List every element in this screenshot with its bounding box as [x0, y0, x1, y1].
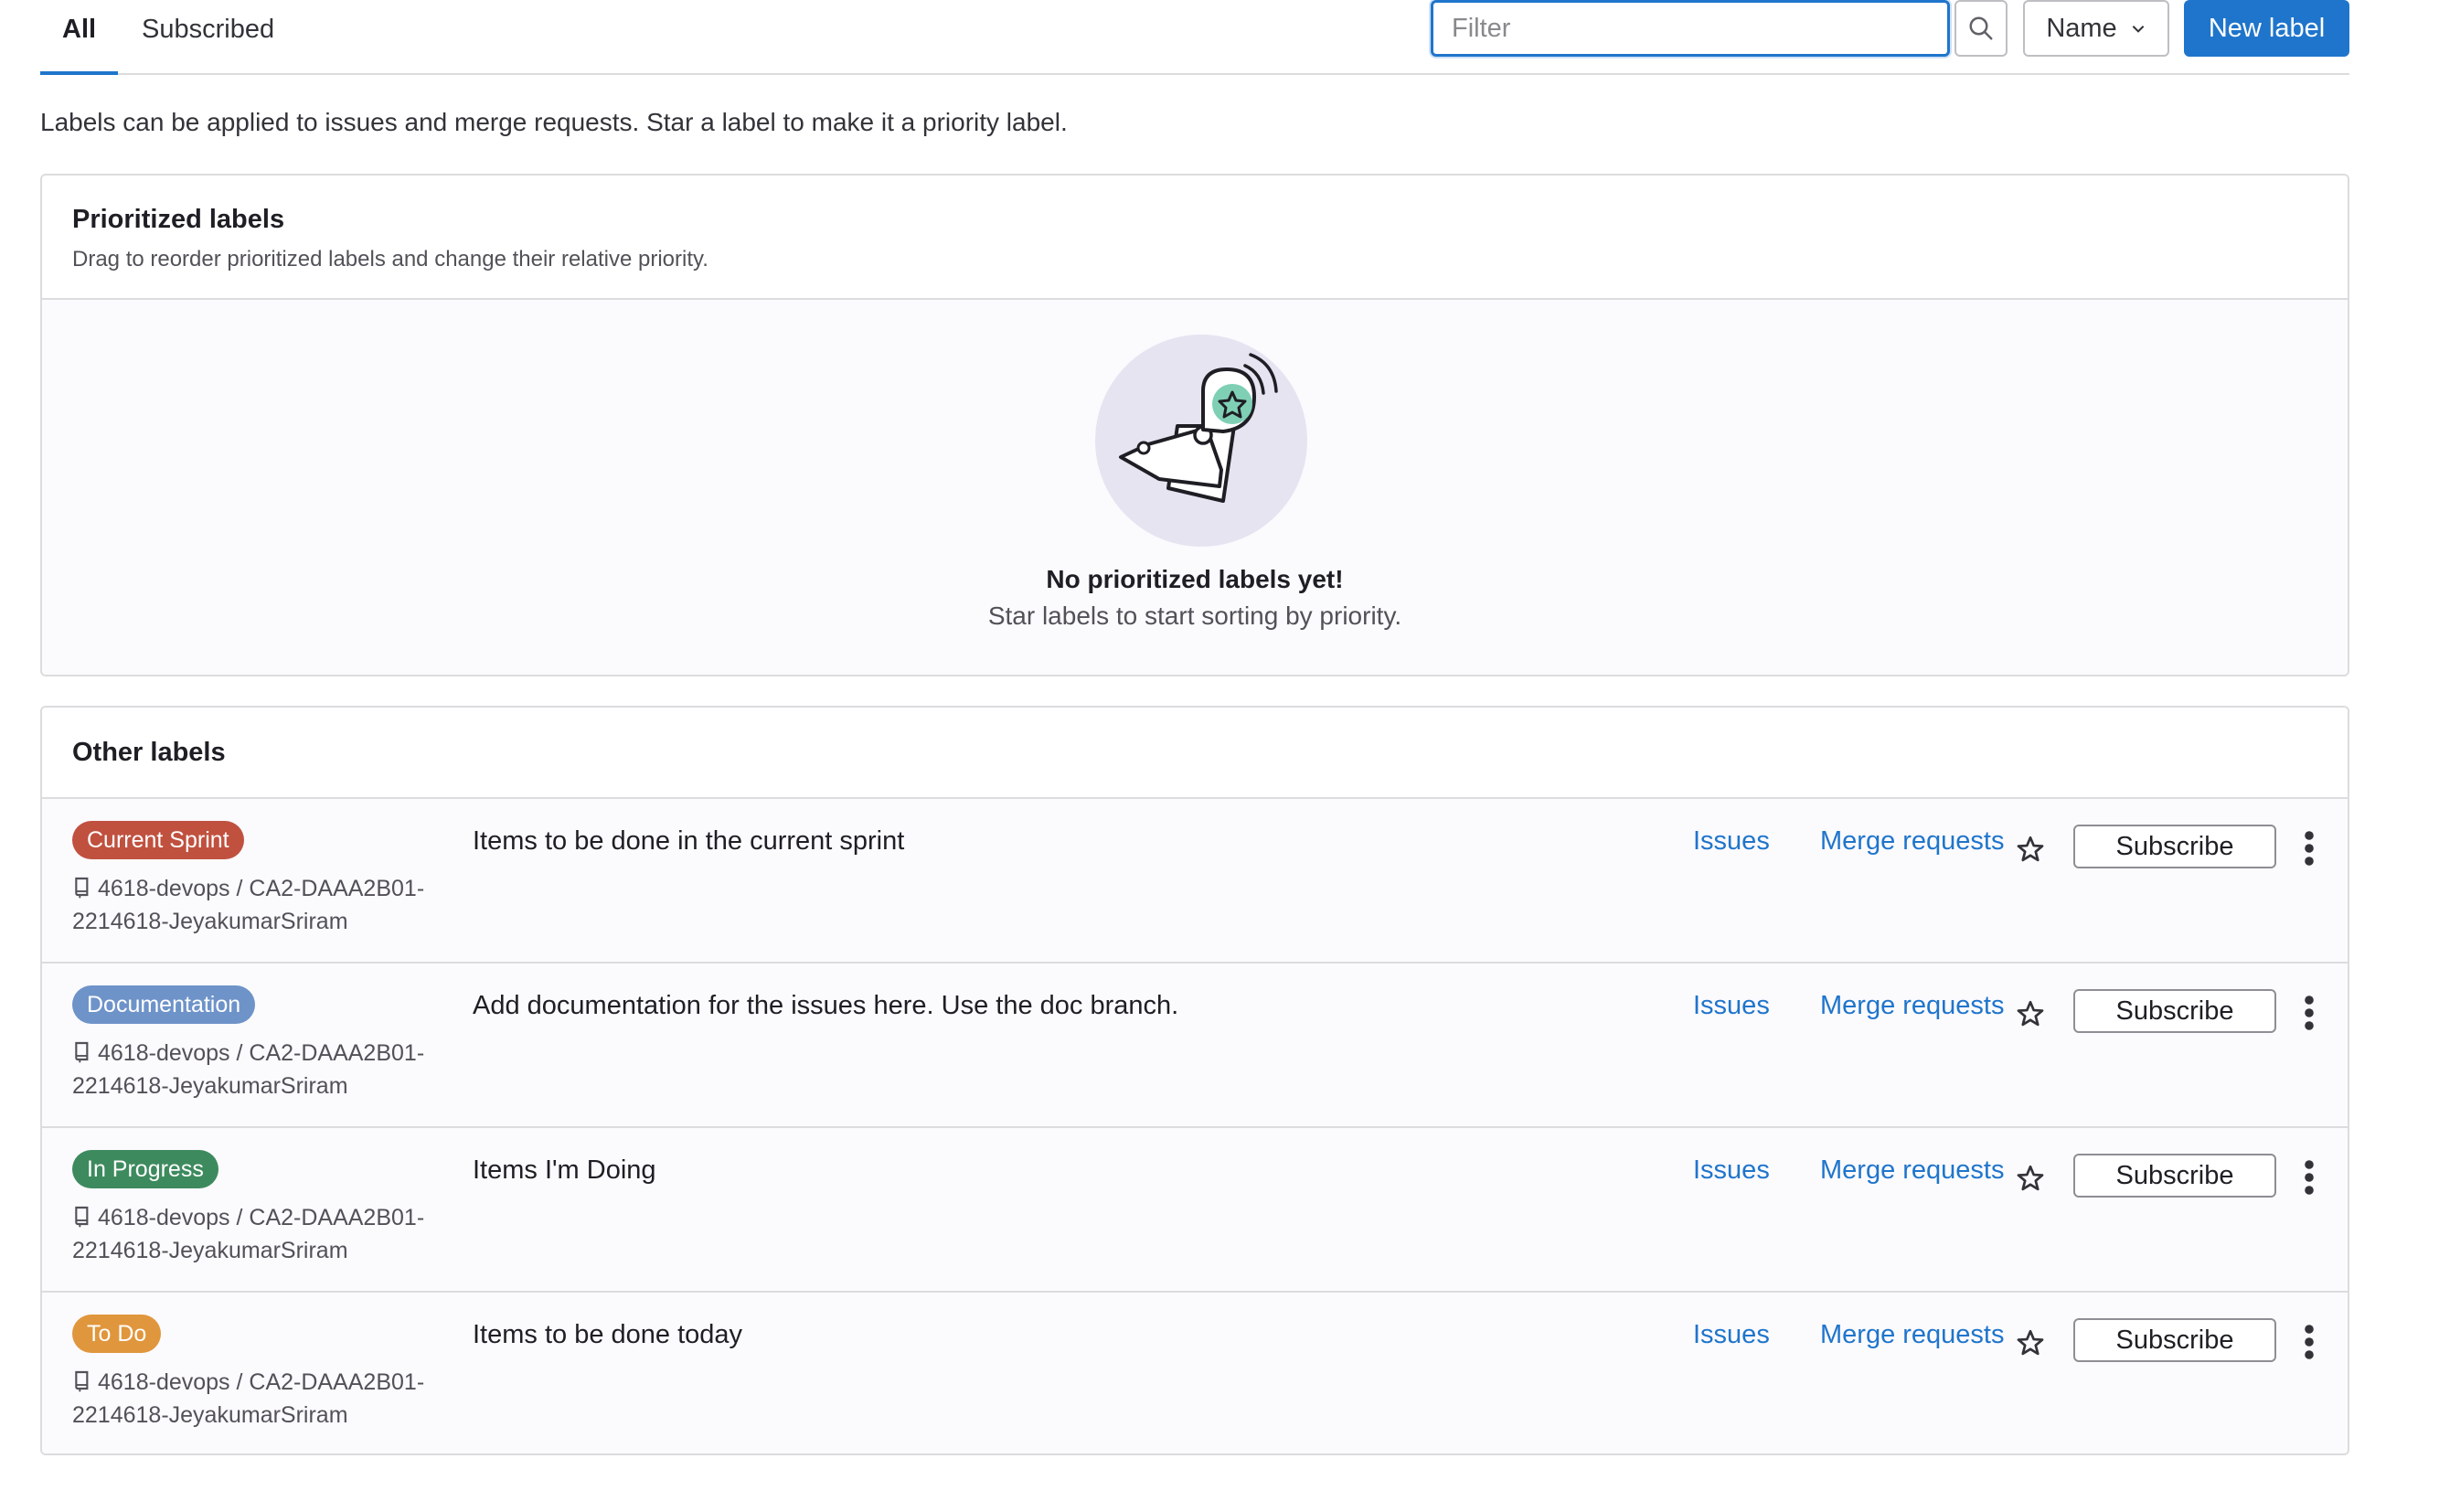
label-row: In Progress 4618-devops / CA2-DAAA2B01- 2…	[42, 1126, 2348, 1291]
label-path-line-1: 4618-devops / CA2-DAAA2B01-	[98, 1040, 425, 1066]
subscribe-button[interactable]: Subscribe	[2073, 825, 2276, 868]
label-merge-requests-link[interactable]: Merge requests	[1820, 826, 2005, 857]
tab-subscribed[interactable]: Subscribed	[142, 0, 274, 73]
more-vertical-icon[interactable]	[2300, 1159, 2318, 1196]
more-vertical-icon[interactable]	[2300, 995, 2318, 1031]
label-path-line-1: 4618-devops / CA2-DAAA2B01-	[98, 1205, 425, 1230]
prioritized-labels-header: Prioritized labels Drag to reorder prior…	[42, 176, 2348, 300]
label-issues-link[interactable]: Issues	[1693, 991, 1770, 1021]
label-merge-requests-link[interactable]: Merge requests	[1820, 1320, 2005, 1350]
more-vertical-icon[interactable]	[2300, 830, 2318, 867]
label-badge[interactable]: In Progress	[72, 1150, 218, 1188]
label-star-illustration	[1095, 335, 1307, 547]
label-description: Add documentation for the issues here. U…	[473, 991, 1179, 1020]
label-row: Documentation 4618-devops / CA2-DAAA2B01…	[42, 962, 2348, 1126]
labels-page: All Subscribed Name New label Labels can…	[0, 0, 2439, 1512]
other-labels-header: Other labels	[42, 708, 2348, 799]
prioritized-labels-card: Prioritized labels Drag to reorder prior…	[40, 174, 2349, 676]
label-path-line-1: 4618-devops / CA2-DAAA2B01-	[98, 1369, 425, 1395]
label-path-line-1: 4618-devops / CA2-DAAA2B01-	[98, 876, 425, 901]
subscribe-button[interactable]: Subscribe	[2073, 1318, 2276, 1362]
label-badge[interactable]: Documentation	[72, 985, 256, 1024]
label-description: Items I'm Doing	[473, 1155, 656, 1185]
label-merge-requests-link[interactable]: Merge requests	[1820, 1155, 2005, 1186]
label-issues-link[interactable]: Issues	[1693, 1320, 1770, 1350]
subscribe-button[interactable]: Subscribe	[2073, 1154, 2276, 1198]
label-path-line-2: 2214618-JeyakumarSriram	[72, 1238, 348, 1263]
other-labels-title: Other labels	[72, 738, 226, 767]
label-path-line-2: 2214618-JeyakumarSriram	[72, 1402, 348, 1428]
sort-dropdown[interactable]: Name	[2023, 0, 2169, 57]
empty-state-title: No prioritized labels yet!	[1046, 565, 1344, 593]
star-icon[interactable]	[2015, 998, 2046, 1029]
project-icon	[75, 1206, 89, 1228]
label-project-path: 4618-devops / CA2-DAAA2B01- 2214618-Jeyak…	[72, 872, 456, 938]
subscribe-button[interactable]: Subscribe	[2073, 989, 2276, 1033]
star-icon[interactable]	[2015, 834, 2046, 865]
project-icon	[75, 877, 89, 899]
label-project-path: 4618-devops / CA2-DAAA2B01- 2214618-Jeyak…	[72, 1366, 456, 1432]
label-row: To Do 4618-devops / CA2-DAAA2B01- 2214618…	[42, 1291, 2348, 1453]
empty-state-subtitle: Star labels to start sorting by priority…	[987, 602, 1402, 630]
label-path-line-2: 2214618-JeyakumarSriram	[72, 1073, 348, 1099]
label-badge[interactable]: To Do	[72, 1315, 162, 1353]
intro-text: Labels can be applied to issues and merg…	[40, 108, 1068, 136]
label-description: Items to be done in the current sprint	[473, 826, 905, 856]
label-badge[interactable]: Current Sprint	[72, 821, 244, 859]
search-icon	[1969, 16, 1993, 40]
label-row: Current Sprint 4618-devops / CA2-DAAA2B0…	[42, 797, 2348, 962]
label-issues-link[interactable]: Issues	[1693, 826, 1770, 857]
chevron-down-icon	[2132, 26, 2145, 33]
prioritized-labels-title: Prioritized labels	[72, 205, 285, 234]
project-icon	[75, 1370, 89, 1392]
sort-label: Name	[2046, 13, 2117, 43]
filter-input[interactable]	[1431, 0, 1950, 57]
search-button[interactable]	[1954, 0, 2008, 57]
tab-all[interactable]: All	[39, 0, 119, 75]
label-project-path: 4618-devops / CA2-DAAA2B01- 2214618-Jeyak…	[72, 1201, 456, 1267]
star-icon[interactable]	[2015, 1163, 2046, 1194]
new-label-button[interactable]: New label	[2184, 0, 2349, 57]
label-project-path: 4618-devops / CA2-DAAA2B01- 2214618-Jeyak…	[72, 1037, 456, 1102]
label-description: Items to be done today	[473, 1320, 743, 1349]
label-path-line-2: 2214618-JeyakumarSriram	[72, 909, 348, 934]
label-issues-link[interactable]: Issues	[1693, 1155, 1770, 1186]
prioritized-labels-description: Drag to reorder prioritized labels and c…	[72, 247, 708, 272]
prioritized-empty-state: No prioritized labels yet! Star labels t…	[42, 300, 2348, 675]
star-icon[interactable]	[2015, 1327, 2046, 1358]
more-vertical-icon[interactable]	[2300, 1324, 2318, 1360]
label-merge-requests-link[interactable]: Merge requests	[1820, 991, 2005, 1021]
other-labels-card: Other labels Current Sprint 4618-devops …	[40, 706, 2349, 1455]
project-icon	[75, 1041, 89, 1063]
